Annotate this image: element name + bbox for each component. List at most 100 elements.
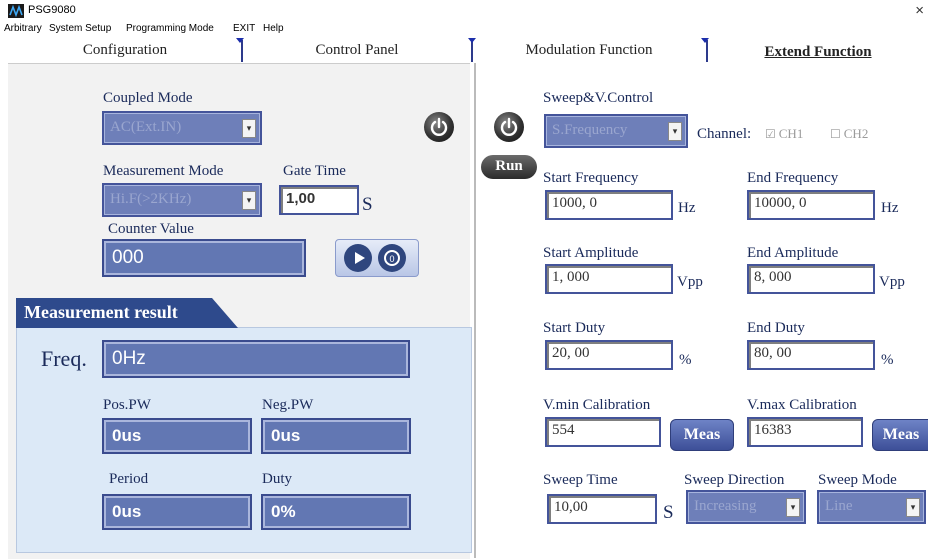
ch1-label: CH1 [778,126,804,141]
chevron-down-icon[interactable]: ▾ [786,498,800,517]
sweep-control-value: S.Frequency [552,122,628,138]
duty-label: Duty [262,471,292,487]
start-duty-unit: % [679,352,692,368]
counter-value: 000 [112,247,144,268]
start-duty-input[interactable]: 20, 00 [545,340,673,370]
vmax-calibration-value: 16383 [754,422,792,438]
period-value: 0us [112,502,142,521]
menu-exit[interactable]: EXIT [233,23,255,34]
coupled-mode-select[interactable]: AC(Ext.IN) ▾ [102,111,262,145]
gate-time-unit: S [362,194,373,215]
neg-pw-display: 0us [261,418,411,454]
sweep-mode-select[interactable]: Line ▾ [817,490,926,524]
vmin-calibration-value: 554 [552,422,575,438]
end-amplitude-value: 8, 000 [754,269,792,285]
sweep-control-select[interactable]: S.Frequency ▾ [544,114,688,148]
sweep-time-label: Sweep Time [543,472,618,488]
pos-pw-value: 0us [112,426,142,445]
sweep-control-label: Sweep&V.Control [543,90,654,106]
menu-programming-mode[interactable]: Programming Mode [126,23,214,34]
chevron-down-icon[interactable]: ▾ [242,119,256,138]
window-title: PSG9080 [28,4,76,16]
ch1-checkbox[interactable]: ☑ CH1 [765,126,803,142]
tab-configuration[interactable]: Configuration [8,39,242,63]
neg-pw-value: 0us [271,426,301,445]
end-duty-input[interactable]: 80, 00 [747,340,875,370]
sweep-power-icon[interactable] [494,112,524,142]
channel-label: Channel: [697,126,752,142]
power-icon[interactable] [424,112,454,142]
sweep-time-unit: S [663,502,674,523]
vmin-calibration-input[interactable]: 554 [545,417,661,447]
period-display: 0us [102,494,252,530]
gate-time-value: 1,00 [286,190,316,207]
end-duty-label: End Duty [747,320,805,336]
coupled-mode-label: Coupled Mode [103,90,193,106]
menu-help[interactable]: Help [263,23,284,34]
measurement-mode-select[interactable]: Hi.F(>2KHz) ▾ [102,183,262,217]
measurement-mode-label: Measurement Mode [103,163,224,179]
chevron-down-icon[interactable]: ▾ [242,191,256,210]
pos-pw-display: 0us [102,418,252,454]
start-amplitude-label: Start Amplitude [543,245,639,261]
checkbox-checked-icon: ☑ [765,127,776,141]
start-amplitude-input[interactable]: 1, 000 [545,264,673,294]
app-logo-icon [8,4,24,18]
start-duty-value: 20, 00 [552,345,590,361]
period-label: Period [109,471,149,487]
start-duty-label: Start Duty [543,320,606,336]
gate-time-label: Gate Time [283,163,346,179]
sweep-direction-value: Increasing [694,498,757,514]
menu-bar: Arbitrary System Setup Programming Mode … [0,22,928,37]
pos-pw-label: Pos.PW [103,397,151,413]
start-frequency-unit: Hz [678,200,696,216]
start-amplitude-value: 1, 000 [552,269,590,285]
run-button[interactable]: Run [481,155,537,179]
tab-control-panel[interactable]: Control Panel [243,39,471,63]
measurement-result-tab: Measurement result [16,298,238,328]
end-frequency-value: 10000, 0 [754,195,807,211]
freq-label: Freq. [41,346,87,371]
freq-value: 0Hz [112,348,146,369]
end-duty-unit: % [881,352,894,368]
title-bar [0,0,928,22]
duty-value: 0% [271,502,296,521]
menu-arbitrary[interactable]: Arbitrary [4,23,42,34]
end-amplitude-input[interactable]: 8, 000 [747,264,875,294]
tab-modulation-function[interactable]: Modulation Function [473,39,705,63]
start-frequency-input[interactable]: 1000, 0 [545,190,673,220]
vmax-meas-button[interactable]: Meas [872,419,928,451]
end-frequency-label: End Frequency [747,170,839,186]
chevron-down-icon[interactable]: ▾ [906,498,920,517]
end-frequency-unit: Hz [881,200,899,216]
tab-extend-function[interactable]: Extend Function [708,41,928,63]
chevron-down-icon[interactable]: ▾ [668,122,682,141]
vmax-calibration-input[interactable]: 16383 [747,417,863,447]
vmax-calibration-label: V.max Calibration [747,397,857,413]
gate-time-input[interactable]: 1,00 [279,185,359,215]
counter-value-label: Counter Value [108,221,194,237]
sweep-mode-label: Sweep Mode [818,472,897,488]
end-amplitude-label: End Amplitude [747,245,839,261]
sweep-time-value: 10,00 [554,499,588,515]
coupled-mode-value: AC(Ext.IN) [110,119,182,135]
reset-counter-icon[interactable]: 0 [378,244,406,272]
checkbox-empty-icon: ☐ [830,127,841,141]
end-duty-value: 80, 00 [754,345,792,361]
measurement-mode-value: Hi.F(>2KHz) [110,191,192,207]
vmin-calibration-label: V.min Calibration [543,397,651,413]
freq-display: 0Hz [102,340,410,378]
start-frequency-value: 1000, 0 [552,195,597,211]
menu-system-setup[interactable]: System Setup [49,23,111,34]
start-frequency-label: Start Frequency [543,170,639,186]
end-frequency-input[interactable]: 10000, 0 [747,190,875,220]
sweep-direction-select[interactable]: Increasing ▾ [686,490,806,524]
sweep-mode-value: Line [825,498,853,514]
vmin-meas-button[interactable]: Meas [670,419,734,451]
duty-display: 0% [261,494,411,530]
sweep-time-input[interactable]: 10,00 [547,494,657,524]
end-amplitude-unit: Vpp [879,274,905,290]
ch2-checkbox[interactable]: ☐ CH2 [830,126,868,142]
play-icon[interactable] [344,244,372,272]
close-icon[interactable]: × [915,2,924,19]
